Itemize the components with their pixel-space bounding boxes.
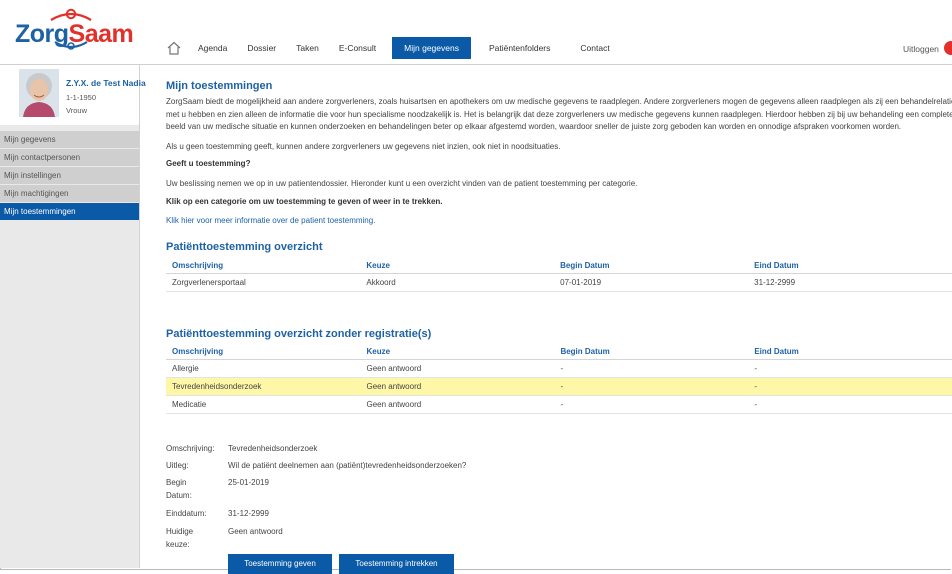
table-row[interactable]: Zorgverlenersportaal Akkoord 07-01-2019 … xyxy=(166,273,952,292)
patient-sex: Vrouw xyxy=(66,106,87,115)
detail-label: Einddatum: xyxy=(166,509,207,518)
column-header: Omschrijving xyxy=(166,258,361,274)
unregistered-overview-title: Patiënttoestemming overzicht zonder regi… xyxy=(166,328,432,340)
logout-icon[interactable] xyxy=(944,41,952,55)
logout-link[interactable]: Uitloggen xyxy=(903,44,939,54)
instruction-text: Klik op een categorie om uw toestemming … xyxy=(166,197,443,206)
unregistered-overview-table: Omschrijving Keuze Begin Datum Eind Datu… xyxy=(166,344,952,414)
sidebar-menu: Mijn gegevens Mijn contactpersonen Mijn … xyxy=(0,131,139,221)
column-header: Keuze xyxy=(360,258,555,274)
column-header: Keuze xyxy=(360,344,555,360)
nav-agenda[interactable]: Agenda xyxy=(188,37,237,59)
patient-birthdate: 1-1-1950 xyxy=(66,93,97,102)
table-cell: Geen antwoord xyxy=(360,377,555,396)
table-cell: Akkoord xyxy=(360,273,555,292)
table-cell: 07-01-2019 xyxy=(554,273,749,292)
column-header: Begin Datum xyxy=(554,258,749,274)
table-cell: Zorgverlenersportaal xyxy=(166,273,361,292)
sidebar-item-mijn-toestemmingen[interactable]: Mijn toestemmingen xyxy=(0,203,139,220)
decision-text: Uw beslissing nemen we op in uw patiente… xyxy=(166,179,638,188)
table-row[interactable]: Allergie Geen antwoord - - xyxy=(166,359,952,378)
table-cell: - xyxy=(554,395,749,414)
overview-title: Patiënttoestemming overzicht xyxy=(166,241,323,253)
table-cell: - xyxy=(554,377,749,396)
avatar xyxy=(19,69,59,117)
main-nav: Agenda Dossier Taken E-Consult Mijn gege… xyxy=(166,37,620,59)
sidebar-item-mijn-contactpersonen[interactable]: Mijn contactpersonen xyxy=(0,149,139,166)
detail-label: Uitleg: xyxy=(166,461,189,470)
nav-mijn-gegevens[interactable]: Mijn gegevens xyxy=(392,37,471,59)
column-header: Eind Datum xyxy=(748,344,952,360)
table-header: Omschrijving Keuze Begin Datum Eind Datu… xyxy=(166,344,952,360)
home-icon[interactable] xyxy=(166,40,182,56)
table-cell: Allergie xyxy=(166,359,361,378)
main-content: Mijn toestemmingen ZorgSaam biedt de mog… xyxy=(166,65,952,574)
detail-value: Wil de patiënt deelnemen aan (patiënt)te… xyxy=(228,461,467,470)
intro-line: met u hebben en zien alleen de informati… xyxy=(166,109,952,119)
table-cell: Geen antwoord xyxy=(360,359,555,378)
consent-question: Geeft u toestemming? xyxy=(166,159,251,168)
intro-text: ZorgSaam biedt de mogelijkheid aan ander… xyxy=(166,96,952,134)
nav-e-consult[interactable]: E-Consult xyxy=(329,37,386,59)
nav-patientenfolders[interactable]: Patiëntenfolders xyxy=(479,37,560,59)
sidebar: Z.Y.X. de Test Nadia 1-1-1950 Vrouw Mijn… xyxy=(0,65,146,568)
overview-table: Omschrijving Keuze Begin Datum Eind Datu… xyxy=(166,258,952,292)
table-cell: Geen antwoord xyxy=(360,395,555,414)
detail-value: Tevredenheidsonderzoek xyxy=(228,444,318,453)
zorgsaam-logo[interactable]: ZorgSaam xyxy=(15,6,134,60)
patient-name: Z.Y.X. de Test Nadia xyxy=(66,78,146,88)
sidebar-item-mijn-instellingen[interactable]: Mijn instellingen xyxy=(0,167,139,184)
column-header: Begin Datum xyxy=(554,344,749,360)
page-title: Mijn toestemmingen xyxy=(166,80,273,92)
more-info-link[interactable]: Klik hier voor meer informatie over de p… xyxy=(166,216,375,225)
detail-value: 25-01-2019 xyxy=(228,478,269,487)
detail-value: 31-12-2999 xyxy=(228,509,269,518)
table-cell: 31-12-2999 xyxy=(748,273,952,292)
column-header: Omschrijving xyxy=(166,344,361,360)
header: ZorgSaam Agenda Dossier Taken E-Consult … xyxy=(0,0,952,64)
table-header: Omschrijving Keuze Begin Datum Eind Datu… xyxy=(166,258,952,274)
nav-taken[interactable]: Taken xyxy=(286,37,329,59)
logo-wordmark: ZorgSaam xyxy=(15,20,134,48)
profile-card: Z.Y.X. de Test Nadia 1-1-1950 Vrouw xyxy=(0,65,146,125)
table-cell: Tevredenheidsonderzoek xyxy=(166,377,361,396)
detail-label: Huidige keuze: xyxy=(166,527,194,549)
give-consent-button[interactable]: Toestemming geven xyxy=(228,554,332,574)
detail-label: Omschrijving: xyxy=(166,444,215,453)
intro-line: beeld van uw medische situatie en kunnen… xyxy=(166,122,902,132)
table-cell: - xyxy=(554,359,749,378)
table-cell: - xyxy=(748,395,952,414)
nav-dossier[interactable]: Dossier xyxy=(237,37,286,59)
table-row-selected[interactable]: Tevredenheidsonderzoek Geen antwoord - - xyxy=(166,377,952,396)
sidebar-item-mijn-gegevens[interactable]: Mijn gegevens xyxy=(0,131,139,148)
table-cell: Medicatie xyxy=(166,395,361,414)
nav-contact[interactable]: Contact xyxy=(570,37,619,59)
intro-line: ZorgSaam biedt de mogelijkheid aan ander… xyxy=(166,97,952,106)
table-row[interactable]: Medicatie Geen antwoord - - xyxy=(166,395,952,414)
column-header: Eind Datum xyxy=(748,258,952,274)
revoke-consent-button[interactable]: Toestemming intrekken xyxy=(339,554,454,574)
detail-label: Begin Datum: xyxy=(166,478,192,500)
no-consent-text: Als u geen toestemming geeft, kunnen and… xyxy=(166,142,561,151)
sidebar-item-mijn-machtigingen[interactable]: Mijn machtigingen xyxy=(0,185,139,202)
detail-value: Geen antwoord xyxy=(228,527,283,536)
table-cell: - xyxy=(748,359,952,378)
table-cell: - xyxy=(748,377,952,396)
